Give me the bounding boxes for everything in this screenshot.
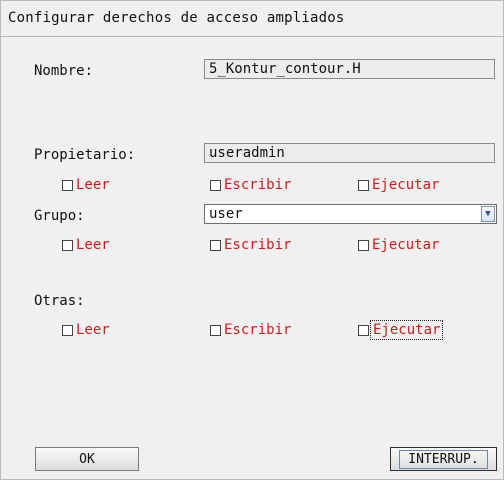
checkbox-icon[interactable] — [62, 239, 73, 251]
owner-execute-checkbox[interactable]: Ejecutar — [358, 177, 439, 193]
group-read-checkbox[interactable]: Leer — [62, 237, 110, 253]
chevron-down-icon[interactable]: ▼ — [481, 206, 495, 222]
owner-read-label: Leer — [76, 177, 110, 193]
others-read-checkbox[interactable]: Leer — [62, 322, 110, 338]
cancel-button[interactable]: INTERRUP. — [390, 447, 497, 471]
group-read-label: Leer — [76, 237, 110, 253]
group-select[interactable]: user ▼ — [204, 204, 497, 224]
checkbox-icon[interactable] — [210, 324, 221, 336]
group-select-value: user — [209, 206, 243, 222]
others-execute-label: Ejecutar — [369, 320, 444, 340]
checkbox-icon[interactable] — [358, 239, 369, 251]
others-write-label: Escribir — [224, 322, 292, 338]
name-label: Nombre: — [34, 63, 94, 79]
checkbox-icon[interactable] — [210, 239, 221, 251]
checkbox-icon[interactable] — [62, 179, 73, 191]
others-label: Otras: — [34, 293, 85, 309]
owner-write-label: Escribir — [224, 177, 292, 193]
others-read-label: Leer — [76, 322, 110, 338]
name-field: 5_Kontur_contour.H — [204, 59, 495, 79]
owner-label: Propietario: — [34, 147, 136, 163]
dialog-title: Configurar derechos de acceso ampliados — [8, 10, 345, 26]
owner-field: useradmin — [204, 143, 495, 163]
group-write-checkbox[interactable]: Escribir — [210, 237, 291, 253]
access-rights-dialog: Configurar derechos de acceso ampliados … — [0, 0, 504, 480]
ok-button[interactable]: OK — [35, 447, 139, 471]
group-write-label: Escribir — [224, 237, 292, 253]
cancel-button-label: INTERRUP. — [399, 449, 488, 469]
group-execute-label: Ejecutar — [372, 237, 440, 253]
owner-write-checkbox[interactable]: Escribir — [210, 177, 291, 193]
others-execute-checkbox[interactable]: Ejecutar — [358, 320, 444, 340]
checkbox-icon[interactable] — [358, 179, 369, 191]
checkbox-icon[interactable] — [358, 324, 369, 336]
others-write-checkbox[interactable]: Escribir — [210, 322, 291, 338]
checkbox-icon[interactable] — [62, 324, 73, 336]
group-label: Grupo: — [34, 208, 85, 224]
ok-button-label: OK — [79, 451, 95, 467]
owner-execute-label: Ejecutar — [372, 177, 440, 193]
group-execute-checkbox[interactable]: Ejecutar — [358, 237, 439, 253]
owner-read-checkbox[interactable]: Leer — [62, 177, 110, 193]
checkbox-icon[interactable] — [210, 179, 221, 191]
title-divider — [1, 36, 503, 37]
